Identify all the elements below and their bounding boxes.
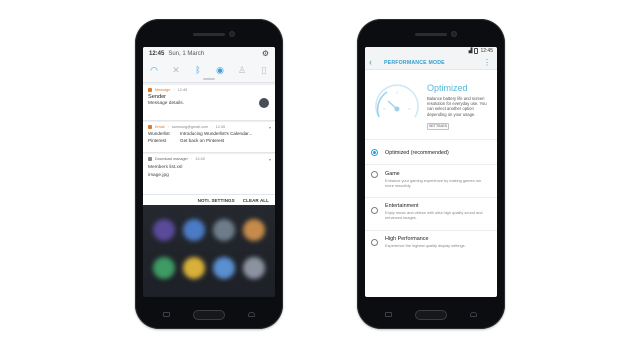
email-notification[interactable]: Email · samsung@gmail.com · 12:45 ▾ Wund… [143, 122, 275, 153]
mute-icon[interactable]: ✕ [169, 64, 183, 76]
blurred-app-icon [243, 219, 265, 241]
mode-description: Balance battery life and screen resoluti… [427, 96, 487, 117]
wifi-icon[interactable]: ◠ [147, 64, 161, 76]
recent-apps-key[interactable] [385, 312, 392, 317]
message-notification[interactable]: Message · 12:45 Sender Message details. [143, 85, 275, 121]
option-title: Game [385, 171, 400, 177]
option-title: Optimized (recommended) [385, 150, 449, 156]
earpiece [415, 33, 447, 36]
notification-time: 12:45 [195, 157, 205, 161]
battery-saver-icon[interactable]: ▯ [257, 64, 271, 76]
recent-apps-key[interactable] [163, 312, 170, 317]
home-button[interactable] [415, 310, 447, 320]
option-title: High Performance [385, 236, 429, 242]
email-subject: Introducing Wunderlist's Calendar... [180, 131, 253, 136]
signal-icon: ▟ [468, 48, 473, 54]
status-bar: ▟ 12:45 [365, 47, 497, 56]
download-notification[interactable]: Download manager · 12:45 ▾ Members list.… [143, 154, 275, 195]
blurred-app-icon [153, 219, 175, 241]
email-sender: Wunderlist [148, 131, 170, 136]
chevron-down-icon[interactable]: ▾ [269, 157, 271, 162]
notification-account: samsung@gmail.com [171, 125, 209, 129]
download-icon [148, 157, 152, 161]
option-game[interactable]: Game Enhance your gaming experience by m… [365, 165, 497, 197]
notification-actions: NOTI. SETTINGS CLEAR ALL [143, 195, 275, 205]
list-item: Wunderlist Introducing Wunderlist's Cale… [143, 129, 275, 136]
email-subject: Get back on Pinterest [180, 138, 225, 143]
app-bar: ‹ PERFORMANCE MODE ⋮ [365, 56, 497, 70]
clear-all-button[interactable]: CLEAR ALL [243, 198, 269, 203]
option-title: Entertainment [385, 203, 419, 209]
speedometer-icon [375, 84, 419, 118]
radio-button[interactable] [371, 149, 378, 156]
radio-button[interactable] [371, 239, 378, 246]
mode-summary: Optimized Balance battery life and scree… [365, 70, 497, 140]
blurred-app-icon [213, 257, 235, 279]
avatar [259, 98, 269, 108]
noti-settings-button[interactable]: NOTI. SETTINGS [198, 198, 235, 203]
option-high-performance[interactable]: High Performance Experience the highest … [365, 231, 497, 259]
status-time: 12:45 [480, 48, 493, 54]
notification-screen: 12:45 Sun, 1 March ⚙ ◠ ✕ ᛒ ◉ ♙ ▯ Message… [143, 47, 275, 297]
panel-drag-handle[interactable] [203, 78, 215, 80]
performance-mode-screen: ▟ 12:45 ‹ PERFORMANCE MODE ⋮ Optimized B… [365, 47, 497, 297]
notification-time: 12:45 [215, 125, 226, 129]
option-description: Enhance your gaming experience by making… [385, 178, 482, 188]
battery-icon [474, 48, 479, 54]
mode-title: Optimized [427, 83, 468, 93]
right-phone: ▟ 12:45 ‹ PERFORMANCE MODE ⋮ Optimized B… [357, 19, 505, 329]
notification-time: 12:45 [177, 88, 188, 92]
notification-header: Download manager · 12:45 [143, 154, 275, 161]
back-key[interactable] [248, 312, 255, 317]
option-entertainment[interactable]: Entertainment Enjoy music and videos wit… [365, 198, 497, 230]
blurred-app-icon [183, 257, 205, 279]
message-app-icon [148, 88, 152, 92]
clock-date: Sun, 1 March [168, 51, 205, 57]
panel-clock: 12:45 Sun, 1 March [149, 51, 204, 57]
home-button[interactable] [193, 310, 225, 320]
page-title: PERFORMANCE MODE [384, 60, 445, 66]
notification-app-name: Download manager [155, 157, 188, 161]
email-sender: Pinterest [148, 138, 167, 143]
torch-icon[interactable]: ♙ [235, 64, 249, 76]
radio-button[interactable] [371, 207, 378, 214]
notification-header: Message · 12:45 [143, 85, 275, 92]
bluetooth-icon[interactable]: ᛒ [191, 64, 205, 76]
option-description: Experience the highest quality display s… [385, 243, 466, 248]
download-item: Members list.xsl [148, 165, 183, 170]
back-arrow-icon[interactable]: ‹ [369, 57, 372, 67]
notification-title: Sender [148, 94, 167, 100]
quick-panel: 12:45 Sun, 1 March ⚙ ◠ ✕ ᛒ ◉ ♙ ▯ [143, 47, 275, 83]
option-optimized[interactable]: Optimized (recommended) [365, 142, 497, 164]
blurred-app-icon [243, 257, 265, 279]
earpiece [193, 33, 225, 36]
option-description: Enjoy music and videos with ultra high q… [385, 210, 483, 220]
radio-button[interactable] [371, 171, 378, 178]
notification-app-name: Message [155, 88, 171, 92]
download-item: image.jpg [148, 173, 169, 178]
settings-button[interactable]: SETTINGS [427, 123, 449, 130]
blurred-app-icon [213, 219, 235, 241]
left-phone: 12:45 Sun, 1 March ⚙ ◠ ✕ ᛒ ◉ ♙ ▯ Message… [135, 19, 283, 329]
list-item: Pinterest Get back on Pinterest [143, 136, 275, 143]
chevron-down-icon[interactable]: ▾ [269, 125, 271, 130]
email-app-icon [148, 125, 152, 129]
front-camera [451, 31, 457, 37]
nfc-icon[interactable]: ◉ [213, 64, 227, 76]
notification-header: Email · samsung@gmail.com · 12:45 [143, 122, 275, 129]
blurred-app-icon [183, 219, 205, 241]
quick-settings-row: ◠ ✕ ᛒ ◉ ♙ ▯ [147, 64, 271, 76]
notification-panel: 12:45 Sun, 1 March ⚙ ◠ ✕ ᛒ ◉ ♙ ▯ Message… [143, 47, 275, 205]
notification-body: Message details. [148, 101, 184, 106]
blurred-app-icon [153, 257, 175, 279]
front-camera [229, 31, 235, 37]
back-key[interactable] [470, 312, 477, 317]
notification-app-name: Email [155, 125, 165, 129]
more-options-icon[interactable]: ⋮ [483, 58, 491, 67]
gear-icon[interactable]: ⚙ [262, 49, 269, 58]
clock-time: 12:45 [149, 51, 165, 57]
